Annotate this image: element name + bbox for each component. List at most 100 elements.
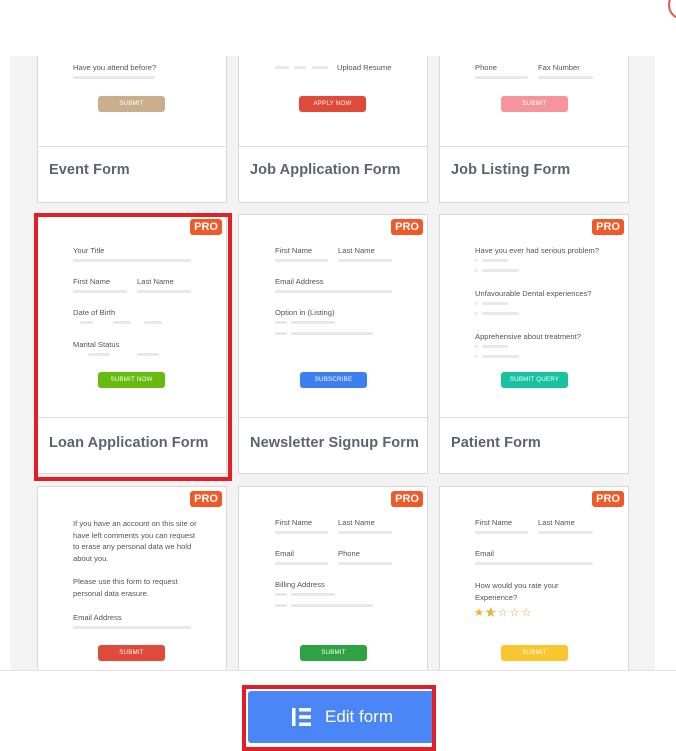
field-line bbox=[275, 562, 328, 565]
field-line bbox=[482, 269, 519, 272]
field-line bbox=[275, 332, 287, 335]
star-half-icon: ★ bbox=[485, 607, 498, 620]
template-card-job-application[interactable]: Upload Resume APPLY NOW Job Application … bbox=[238, 56, 428, 203]
field-label: How would you rate your Experience? bbox=[475, 581, 559, 602]
radio-dot bbox=[475, 345, 478, 348]
field-line bbox=[312, 66, 328, 69]
radio-dot bbox=[475, 259, 478, 262]
paragraph-text: If you have an account on this site or h… bbox=[73, 519, 197, 563]
field-line bbox=[275, 259, 328, 262]
field-label: Have you ever had serious problem? bbox=[475, 246, 600, 255]
field-line bbox=[475, 562, 593, 565]
template-card-newsletter-signup[interactable]: PRO First Name Last Name Email Address O… bbox=[238, 214, 428, 474]
submit-button: SUBMIT bbox=[98, 645, 165, 661]
card-divider bbox=[440, 146, 628, 147]
card-divider bbox=[239, 146, 427, 147]
field-line bbox=[475, 531, 528, 534]
field-line bbox=[275, 290, 392, 293]
field-line bbox=[482, 355, 519, 358]
button-highlight bbox=[242, 685, 436, 751]
field-label: Last Name bbox=[338, 246, 375, 255]
field-label: Unfavourable Dental experiences? bbox=[475, 289, 592, 298]
star-full-icon: ★ bbox=[474, 607, 486, 619]
submit-query-button: SUBMIT QUERY bbox=[501, 372, 568, 388]
pro-badge: PRO bbox=[190, 491, 222, 507]
field-line bbox=[538, 76, 593, 79]
card-title: Patient Form bbox=[451, 435, 541, 451]
field-line bbox=[482, 345, 508, 348]
radio-dot bbox=[475, 355, 478, 358]
field-label: Billing Address bbox=[275, 580, 325, 589]
field-line bbox=[482, 302, 508, 305]
field-line bbox=[291, 604, 373, 607]
radio-dot bbox=[475, 312, 478, 315]
field-line bbox=[291, 332, 373, 335]
corner-close-icon[interactable] bbox=[668, 0, 676, 20]
card-title: Event Form bbox=[49, 162, 130, 178]
field-label: Last Name bbox=[538, 518, 575, 527]
template-card-job-listing[interactable]: Phone Fax Number SUBMIT Job Listing Form bbox=[439, 56, 629, 203]
card-title: Job Application Form bbox=[250, 162, 401, 178]
pro-badge: PRO bbox=[391, 491, 423, 507]
template-card-event[interactable]: Have you attend before? SUBMIT Event For… bbox=[37, 56, 227, 203]
radio-dot bbox=[475, 302, 478, 305]
field-label: Fax Number bbox=[538, 63, 580, 72]
field-label: Option in (Listing) bbox=[275, 308, 335, 317]
field-label: Apprehensive about treatment? bbox=[475, 332, 581, 341]
field-label: Email bbox=[275, 549, 294, 558]
field-line bbox=[275, 66, 289, 69]
field-line bbox=[73, 76, 155, 79]
field-label: First Name bbox=[275, 518, 313, 527]
pro-badge: PRO bbox=[391, 219, 423, 235]
field-label: First Name bbox=[275, 246, 313, 255]
submit-button: SUBMIT bbox=[98, 96, 165, 112]
template-card-patient[interactable]: PRO Have you ever had serious problem? U… bbox=[439, 214, 629, 474]
field-line bbox=[482, 259, 508, 262]
star-empty-icon: ☆ bbox=[521, 607, 534, 619]
field-label: Phone bbox=[475, 63, 497, 72]
field-line bbox=[338, 531, 392, 534]
field-line bbox=[275, 531, 328, 534]
field-label: Email Address bbox=[275, 277, 324, 286]
card-title: Job Listing Form bbox=[451, 162, 571, 178]
selection-highlight bbox=[34, 213, 232, 481]
template-card-data-erasure[interactable]: PRO If you have an account on this site … bbox=[37, 486, 227, 670]
page: Have you attend before? SUBMIT Event For… bbox=[0, 0, 676, 751]
field-label: Email Address bbox=[73, 613, 122, 622]
field-label: Email bbox=[475, 549, 494, 558]
field-line bbox=[275, 604, 287, 607]
field-label: First Name bbox=[475, 518, 513, 527]
card-divider bbox=[440, 417, 628, 418]
pro-badge: PRO bbox=[592, 219, 624, 235]
pro-badge: PRO bbox=[592, 491, 624, 507]
field-line bbox=[294, 66, 306, 69]
field-line bbox=[338, 259, 392, 262]
submit-button: SUBMIT bbox=[501, 96, 568, 112]
field-line bbox=[291, 321, 335, 324]
field-label: Phone bbox=[338, 549, 360, 558]
star-empty-icon: ☆ bbox=[509, 607, 522, 619]
star-empty-icon: ☆ bbox=[497, 607, 510, 619]
apply-button: APPLY NOW bbox=[299, 96, 366, 112]
field-line bbox=[275, 593, 287, 596]
field-label: Upload Resume bbox=[337, 63, 392, 72]
field-label: Have you attend before? bbox=[73, 63, 157, 72]
paragraph-text: Please use this form to request personal… bbox=[73, 577, 178, 598]
submit-button: SUBMIT bbox=[501, 645, 568, 661]
template-card-rating[interactable]: PRO First Name Last Name Email How would… bbox=[439, 486, 629, 670]
field-line bbox=[275, 321, 287, 324]
submit-button: SUBMIT bbox=[300, 645, 367, 661]
card-divider bbox=[239, 417, 427, 418]
card-divider bbox=[38, 146, 226, 147]
field-line bbox=[338, 562, 392, 565]
card-title: Newsletter Signup Form bbox=[250, 435, 419, 451]
subscribe-button: SUBSCRIBE bbox=[300, 372, 367, 388]
field-line bbox=[482, 312, 519, 315]
field-label: Last Name bbox=[338, 518, 375, 527]
star-rating: ★★☆☆☆ bbox=[474, 606, 534, 620]
field-line bbox=[73, 626, 191, 629]
field-line bbox=[475, 76, 528, 79]
field-line bbox=[538, 531, 593, 534]
radio-dot bbox=[475, 269, 478, 272]
template-card-billing[interactable]: PRO First Name Last Name Email Phone Bil… bbox=[238, 486, 428, 670]
